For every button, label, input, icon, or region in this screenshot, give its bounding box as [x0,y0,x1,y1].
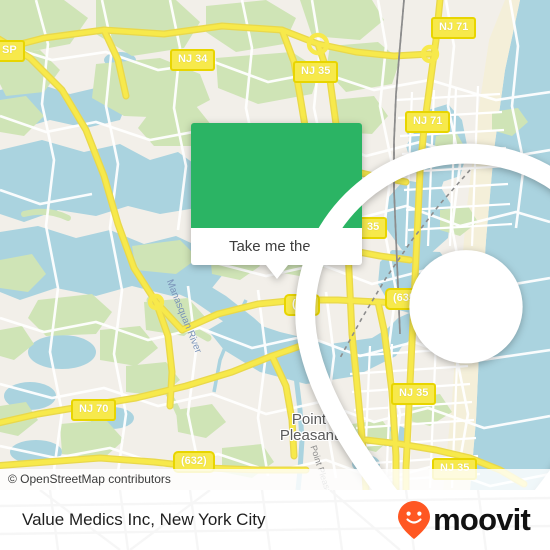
location-title: Value Medics Inc, New York City [22,510,266,529]
moovit-wordmark: moovit [433,502,531,537]
location-pin-icon [295,143,550,490]
shield-nj-71-n: NJ 71 [431,17,477,39]
shield-sp: SP [0,40,25,62]
shield-nj-70: NJ 70 [71,399,117,421]
popup-header [191,123,550,490]
shield-nj-35-n: NJ 35 [293,61,339,83]
moovit-brand: moovit [397,500,531,540]
shield-nj-34: NJ 34 [170,49,216,71]
moovit-smiling-pin-icon [398,501,431,539]
location-popup-card[interactable]: Take me there [191,123,550,490]
map-canvas[interactable]: SP NJ 34 NJ 35 NJ 71 NJ 71 35 (48) (635)… [0,0,550,490]
moovit-map-screenshot: SP NJ 34 NJ 35 NJ 71 NJ 71 35 (48) (635)… [0,0,550,550]
footer-bar: Value Medics Inc, New York City moovit [0,490,550,550]
map-attribution: © OpenStreetMap contributors [0,469,550,490]
popup-pointer-tail [265,265,288,279]
